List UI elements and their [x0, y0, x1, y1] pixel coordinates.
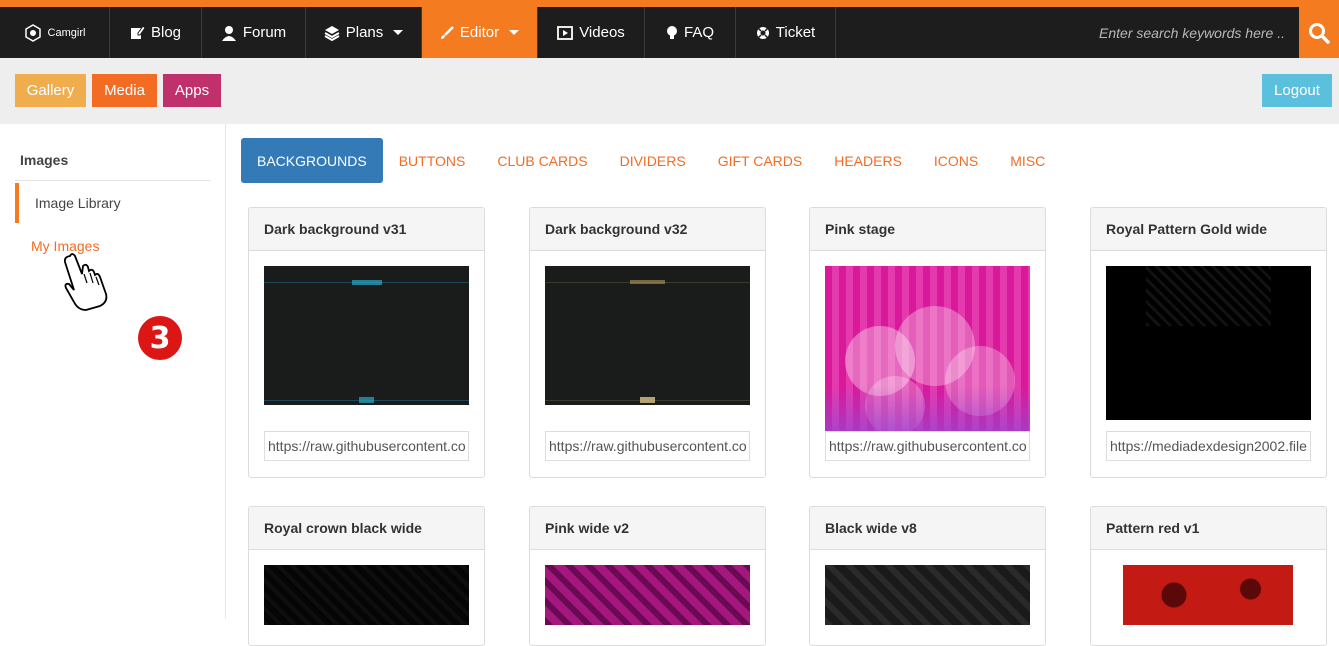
top-navbar: Camgirl Blog Forum Plans Editor Videos F…: [0, 7, 1339, 58]
tab-icons[interactable]: ICONS: [918, 138, 994, 183]
search-input[interactable]: [1059, 24, 1299, 41]
nav-forum-label: Forum: [242, 24, 287, 41]
lifebuoy-icon: [756, 26, 769, 39]
card-image[interactable]: [825, 266, 1030, 431]
edit-icon: [130, 25, 145, 39]
nav-forum[interactable]: Forum: [202, 7, 306, 58]
card-url-field[interactable]: [825, 431, 1030, 461]
logo[interactable]: Camgirl: [0, 7, 110, 58]
card-title: Dark background v31: [249, 208, 484, 251]
image-card: Black wide v8: [809, 506, 1046, 646]
card-image[interactable]: [825, 565, 1030, 625]
tab-gift-cards[interactable]: GIFT CARDS: [702, 138, 819, 183]
tab-dividers[interactable]: DIVIDERS: [604, 138, 702, 183]
tab-headers[interactable]: HEADERS: [818, 138, 918, 183]
card-image[interactable]: [545, 266, 750, 405]
search-area: [1059, 7, 1299, 58]
image-card: Pink stage: [809, 207, 1046, 478]
lightbulb-icon: [666, 25, 677, 39]
sidebar-divider: [15, 180, 211, 181]
media-button[interactable]: Media: [92, 74, 157, 107]
card-title: Pink wide v2: [530, 507, 765, 550]
card-title: Royal Pattern Gold wide: [1091, 208, 1326, 251]
card-image[interactable]: [264, 266, 469, 405]
video-icon: [557, 25, 574, 40]
card-url-field[interactable]: [1106, 431, 1311, 461]
sidebar-title: Images: [20, 152, 69, 168]
image-card: Dark background v31: [248, 207, 485, 478]
nav-ticket-label: Ticket: [775, 24, 816, 41]
logo-text: Camgirl: [47, 26, 86, 39]
nav-editor-label: Editor: [459, 24, 500, 41]
category-tabs: BACKGROUNDS BUTTONS CLUB CARDS DIVIDERS …: [241, 138, 1061, 183]
nav-faq-label: FAQ: [683, 24, 714, 41]
nav-ticket[interactable]: Ticket: [736, 7, 836, 58]
card-title: Royal crown black wide: [249, 507, 484, 550]
card-image[interactable]: [545, 565, 750, 625]
sidebar-item-image-library[interactable]: Image Library: [15, 183, 211, 223]
image-card: Royal Pattern Gold wide: [1090, 207, 1327, 478]
nav-plans-label: Plans: [345, 24, 384, 41]
image-card: Royal crown black wide: [248, 506, 485, 646]
nav-blog[interactable]: Blog: [110, 7, 202, 58]
layers-icon: [324, 25, 340, 41]
tab-misc[interactable]: MISC: [994, 138, 1061, 183]
nav-plans[interactable]: Plans: [306, 7, 422, 58]
camgirl-logo-icon: [24, 23, 41, 42]
tab-backgrounds[interactable]: BACKGROUNDS: [241, 138, 383, 183]
card-image[interactable]: [264, 565, 469, 625]
card-title: Pink stage: [810, 208, 1045, 251]
card-title: Pattern red v1: [1091, 507, 1326, 550]
gallery-button[interactable]: Gallery: [15, 74, 86, 107]
nav-faq[interactable]: FAQ: [645, 7, 736, 58]
nav-videos[interactable]: Videos: [538, 7, 645, 58]
nav-videos-label: Videos: [579, 24, 625, 41]
user-icon: [221, 25, 236, 41]
chevron-down-icon: [393, 30, 404, 35]
nav-blog-label: Blog: [150, 24, 182, 41]
image-card: Pattern red v1: [1090, 506, 1327, 646]
chevron-down-icon: [509, 30, 520, 35]
sub-toolbar: Gallery Media Apps Logout: [0, 58, 1339, 124]
top-accent-stripe: [0, 0, 1339, 7]
sidebar-item-label: Image Library: [35, 195, 121, 211]
card-image[interactable]: [1123, 565, 1293, 625]
card-url-field[interactable]: [545, 431, 750, 461]
card-title: Dark background v32: [530, 208, 765, 251]
logout-button[interactable]: Logout: [1262, 74, 1332, 107]
tab-buttons[interactable]: BUTTONS: [383, 138, 482, 183]
card-url-field[interactable]: [264, 431, 469, 461]
tab-club-cards[interactable]: CLUB CARDS: [481, 138, 603, 183]
nav-editor[interactable]: Editor: [422, 7, 538, 58]
search-button[interactable]: [1299, 7, 1339, 58]
step-badge: 3: [138, 316, 182, 360]
image-card: Dark background v32: [529, 207, 766, 478]
hand-cursor-icon: [63, 253, 108, 311]
apps-button[interactable]: Apps: [163, 74, 221, 107]
search-icon: [1309, 22, 1330, 44]
sidebar: Images Image Library My Images: [0, 124, 226, 618]
brush-icon: [440, 25, 454, 39]
image-card: Pink wide v2: [529, 506, 766, 646]
card-image[interactable]: [1106, 266, 1311, 420]
card-title: Black wide v8: [810, 507, 1045, 550]
